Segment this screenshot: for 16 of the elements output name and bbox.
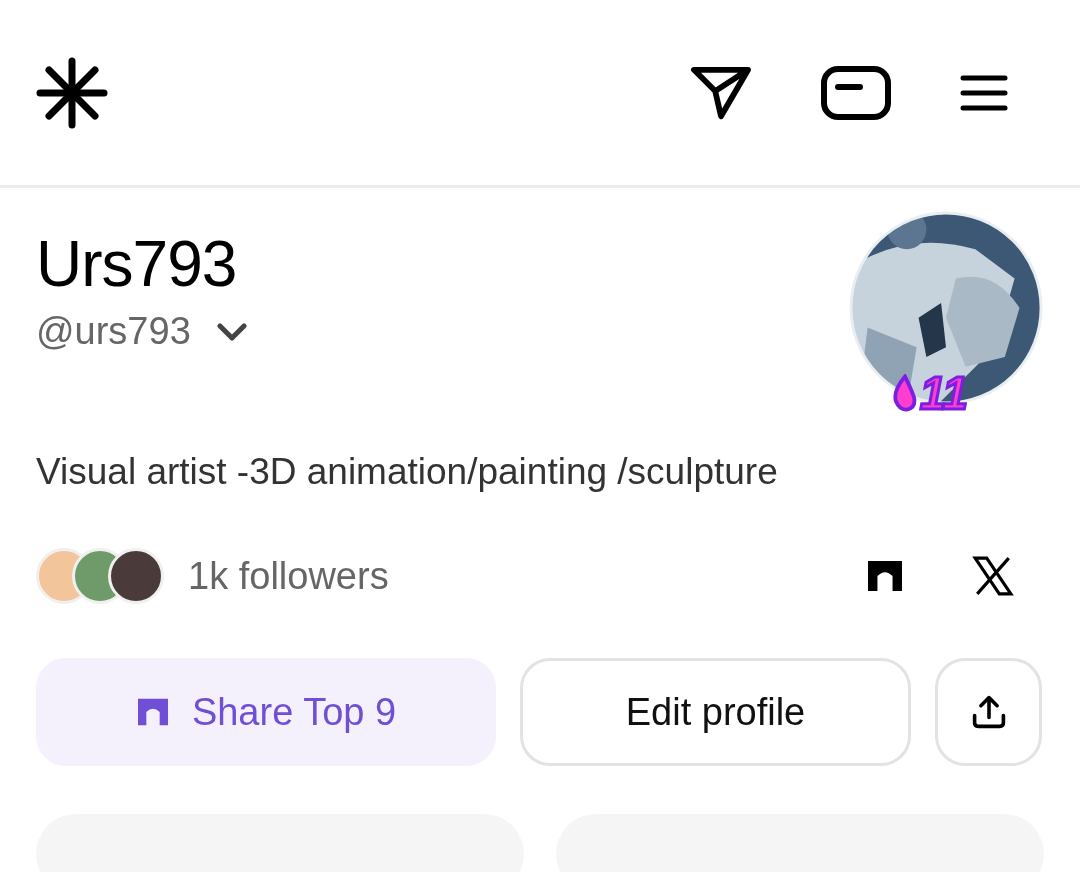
asterisk-logo-icon[interactable] bbox=[36, 56, 108, 129]
profile-name: Urs793 bbox=[36, 227, 238, 302]
streak-count: 11 bbox=[920, 366, 968, 420]
followers-count[interactable]: 1k followers bbox=[188, 554, 389, 598]
arch-icon[interactable] bbox=[866, 559, 904, 593]
arch-icon bbox=[135, 697, 170, 727]
chevron-down-icon[interactable] bbox=[216, 322, 247, 341]
x-logo-icon[interactable] bbox=[972, 555, 1014, 597]
edit-profile-button[interactable]: Edit profile bbox=[520, 658, 911, 766]
upload-button[interactable] bbox=[935, 658, 1042, 766]
profile-bio: Visual artist -3D animation/painting /sculpture bbox=[36, 450, 779, 494]
profile-handle: @urs793 bbox=[36, 310, 191, 353]
upload-icon bbox=[970, 694, 1007, 730]
share-button[interactable]: Share Top 9 bbox=[36, 658, 496, 766]
message-box-icon[interactable] bbox=[820, 64, 892, 121]
flame-icon bbox=[892, 374, 918, 412]
